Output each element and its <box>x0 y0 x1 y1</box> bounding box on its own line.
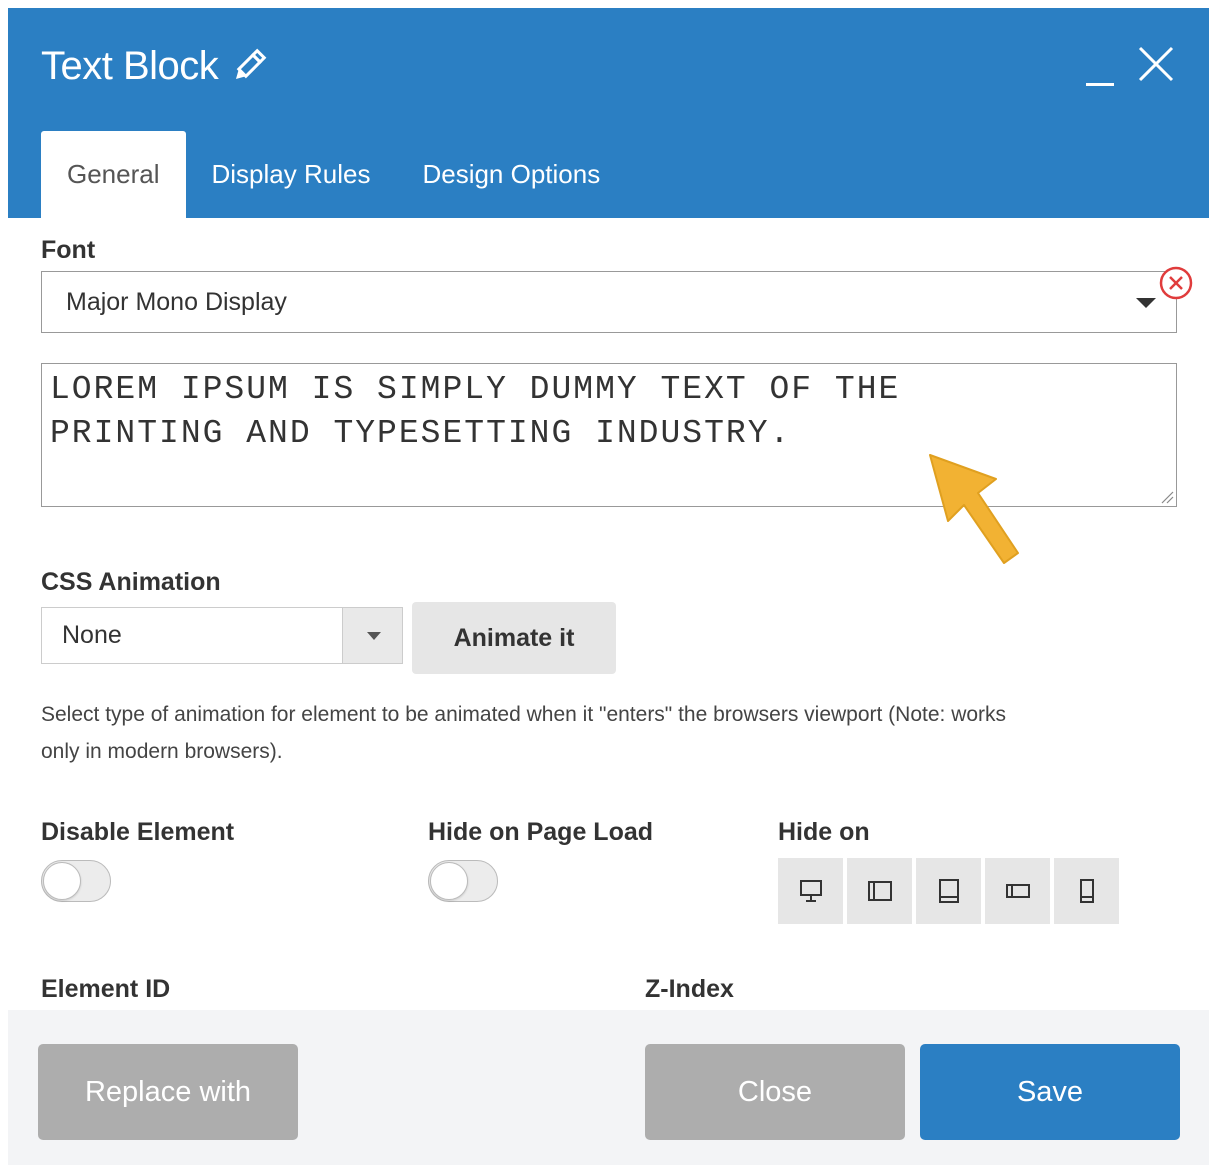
remove-circle-icon[interactable] <box>1158 265 1194 301</box>
dialog-title: Text Block <box>41 44 268 89</box>
hide-on-label: Hide on <box>778 818 870 846</box>
animate-it-button[interactable]: Animate it <box>412 602 616 674</box>
resize-handle-icon[interactable] <box>1160 490 1174 504</box>
tab-design-options[interactable]: Design Options <box>396 131 626 218</box>
close-button[interactable]: Close <box>645 1044 905 1140</box>
general-panel: Font Major Mono Display LOREM IPSUM IS S… <box>8 218 1209 1010</box>
hide-on-tablet-landscape-button[interactable] <box>847 858 912 924</box>
z-index-label: Z-Index <box>645 975 734 1003</box>
tab-bar: General Display Rules Design Options <box>41 131 626 218</box>
hide-on-mobile-landscape-button[interactable] <box>985 858 1050 924</box>
help-line-2: only in modern browsers). <box>41 740 283 763</box>
help-line-1: Select type of animation for element to … <box>41 703 1007 726</box>
hide-on-tablet-portrait-button[interactable] <box>916 858 981 924</box>
css-animation-value: None <box>62 621 122 649</box>
font-label: Font <box>41 236 96 264</box>
hide-on-page-load-toggle[interactable] <box>428 860 498 902</box>
dialog-title-text: Text Block <box>41 44 219 88</box>
disable-element-label: Disable Element <box>41 818 235 846</box>
dialog-footer: Replace with Close Save <box>8 1010 1209 1165</box>
element-id-label: Element ID <box>41 975 171 1003</box>
dialog-header: Text Block General Display Rules Design … <box>8 8 1209 218</box>
font-select[interactable]: Major Mono Display <box>41 271 1177 333</box>
tablet-portrait-icon <box>938 879 959 903</box>
pencil-icon[interactable] <box>228 47 268 87</box>
tablet-landscape-icon <box>867 881 892 901</box>
css-animation-help: Select type of animation for element to … <box>41 696 1151 770</box>
css-animation-label: CSS Animation <box>41 568 221 596</box>
font-select-value: Major Mono Display <box>66 287 287 316</box>
hide-on-mobile-portrait-button[interactable] <box>1054 858 1119 924</box>
text-block-dialog: Text Block General Display Rules Design … <box>8 8 1209 1165</box>
css-animation-select[interactable]: None <box>41 607 403 664</box>
chevron-down-icon <box>342 608 402 663</box>
toggle-knob <box>43 862 81 900</box>
save-button[interactable]: Save <box>920 1044 1180 1140</box>
replace-with-button[interactable]: Replace with <box>38 1044 298 1140</box>
tab-display-rules[interactable]: Display Rules <box>186 131 397 218</box>
text-line-1: LOREM IPSUM IS SIMPLY DUMMY TEXT OF THE <box>50 371 901 408</box>
disable-element-toggle[interactable] <box>41 860 111 902</box>
mobile-landscape-icon <box>1005 884 1030 898</box>
minimize-icon[interactable] <box>1086 48 1116 92</box>
mobile-portrait-icon <box>1079 879 1094 903</box>
chevron-down-icon <box>1136 298 1156 308</box>
arrow-pointer-icon <box>929 454 1019 564</box>
close-icon[interactable] <box>1136 44 1176 84</box>
hide-on-desktop-button[interactable] <box>778 858 843 924</box>
hide-on-page-load-label: Hide on Page Load <box>428 818 654 846</box>
desktop-icon <box>799 880 822 902</box>
toggle-knob <box>430 862 468 900</box>
tab-general[interactable]: General <box>41 131 186 218</box>
